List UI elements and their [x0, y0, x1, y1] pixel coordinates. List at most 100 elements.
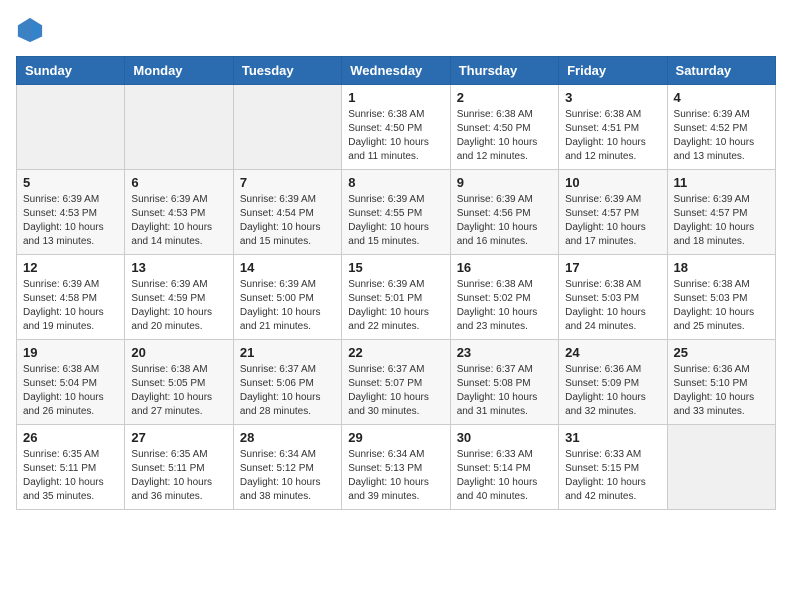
day-info: Sunrise: 6:39 AMSunset: 4:57 PMDaylight:…: [565, 193, 660, 249]
week-row-5: 26 Sunrise: 6:35 AMSunset: 5:11 PMDayligh…: [17, 425, 776, 510]
day-number: 28: [240, 430, 335, 445]
day-info: Sunrise: 6:38 AMSunset: 4:51 PMDaylight:…: [565, 108, 660, 164]
day-number: 1: [348, 90, 443, 105]
day-info: Sunrise: 6:38 AMSunset: 4:50 PMDaylight:…: [457, 108, 552, 164]
weekday-header-wednesday: Wednesday: [342, 57, 450, 85]
day-info: Sunrise: 6:39 AMSunset: 4:52 PMDaylight:…: [674, 108, 769, 164]
day-cell: 9 Sunrise: 6:39 AMSunset: 4:56 PMDaylight…: [450, 170, 558, 255]
day-number: 4: [674, 90, 769, 105]
day-cell: 20 Sunrise: 6:38 AMSunset: 5:05 PMDayligh…: [125, 340, 233, 425]
day-info: Sunrise: 6:39 AMSunset: 4:56 PMDaylight:…: [457, 193, 552, 249]
day-info: Sunrise: 6:38 AMSunset: 4:50 PMDaylight:…: [348, 108, 443, 164]
day-cell: 5 Sunrise: 6:39 AMSunset: 4:53 PMDaylight…: [17, 170, 125, 255]
calendar-table: SundayMondayTuesdayWednesdayThursdayFrid…: [16, 56, 776, 510]
day-cell: 24 Sunrise: 6:36 AMSunset: 5:09 PMDayligh…: [559, 340, 667, 425]
day-number: 25: [674, 345, 769, 360]
day-cell: [233, 85, 341, 170]
day-cell: 27 Sunrise: 6:35 AMSunset: 5:11 PMDayligh…: [125, 425, 233, 510]
day-cell: 13Sunrise: 6:39 AMSunset: 4:59 PMDayligh…: [125, 255, 233, 340]
weekday-header-row: SundayMondayTuesdayWednesdayThursdayFrid…: [17, 57, 776, 85]
weekday-header-tuesday: Tuesday: [233, 57, 341, 85]
day-number: 26: [23, 430, 118, 445]
day-number: 10: [565, 175, 660, 190]
day-number: 7: [240, 175, 335, 190]
day-info: Sunrise: 6:39 AMSunset: 4:59 PMDaylight:…: [131, 278, 226, 334]
day-cell: 19Sunrise: 6:38 AMSunset: 5:04 PMDayligh…: [17, 340, 125, 425]
day-cell: 14Sunrise: 6:39 AMSunset: 5:00 PMDayligh…: [233, 255, 341, 340]
day-info: Sunrise: 6:35 AMSunset: 5:11 PMDaylight:…: [23, 448, 118, 504]
day-cell: 30 Sunrise: 6:33 AMSunset: 5:14 PMDayligh…: [450, 425, 558, 510]
day-info: Sunrise: 6:39 AMSunset: 5:00 PMDaylight:…: [240, 278, 335, 334]
day-number: 2: [457, 90, 552, 105]
day-number: 15: [348, 260, 443, 275]
day-number: 22: [348, 345, 443, 360]
day-info: Sunrise: 6:36 AMSunset: 5:10 PMDaylight:…: [674, 363, 769, 419]
day-info: Sunrise: 6:34 AMSunset: 5:12 PMDaylight:…: [240, 448, 335, 504]
day-number: 16: [457, 260, 552, 275]
day-info: Sunrise: 6:39 AMSunset: 4:55 PMDaylight:…: [348, 193, 443, 249]
day-cell: 8 Sunrise: 6:39 AMSunset: 4:55 PMDaylight…: [342, 170, 450, 255]
day-cell: 21Sunrise: 6:37 AMSunset: 5:06 PMDayligh…: [233, 340, 341, 425]
week-row-1: 1 Sunrise: 6:38 AMSunset: 4:50 PMDaylight…: [17, 85, 776, 170]
day-info: Sunrise: 6:37 AMSunset: 5:07 PMDaylight:…: [348, 363, 443, 419]
day-number: 23: [457, 345, 552, 360]
day-cell: 15 Sunrise: 6:39 AMSunset: 5:01 PMDayligh…: [342, 255, 450, 340]
logo: [16, 16, 46, 44]
weekday-header-monday: Monday: [125, 57, 233, 85]
day-info: Sunrise: 6:38 AMSunset: 5:03 PMDaylight:…: [674, 278, 769, 334]
day-cell: 26 Sunrise: 6:35 AMSunset: 5:11 PMDayligh…: [17, 425, 125, 510]
day-number: 17: [565, 260, 660, 275]
day-info: Sunrise: 6:37 AMSunset: 5:06 PMDaylight:…: [240, 363, 335, 419]
weekday-header-thursday: Thursday: [450, 57, 558, 85]
day-info: Sunrise: 6:38 AMSunset: 5:02 PMDaylight:…: [457, 278, 552, 334]
day-info: Sunrise: 6:34 AMSunset: 5:13 PMDaylight:…: [348, 448, 443, 504]
day-cell: [125, 85, 233, 170]
day-number: 8: [348, 175, 443, 190]
week-row-2: 5 Sunrise: 6:39 AMSunset: 4:53 PMDaylight…: [17, 170, 776, 255]
day-cell: 29Sunrise: 6:34 AMSunset: 5:13 PMDayligh…: [342, 425, 450, 510]
page-header: [16, 16, 776, 44]
day-info: Sunrise: 6:39 AMSunset: 4:53 PMDaylight:…: [131, 193, 226, 249]
day-info: Sunrise: 6:39 AMSunset: 4:53 PMDaylight:…: [23, 193, 118, 249]
day-number: 20: [131, 345, 226, 360]
day-cell: 28 Sunrise: 6:34 AMSunset: 5:12 PMDayligh…: [233, 425, 341, 510]
day-info: Sunrise: 6:38 AMSunset: 5:03 PMDaylight:…: [565, 278, 660, 334]
day-cell: 7 Sunrise: 6:39 AMSunset: 4:54 PMDaylight…: [233, 170, 341, 255]
day-info: Sunrise: 6:39 AMSunset: 4:57 PMDaylight:…: [674, 193, 769, 249]
day-number: 12: [23, 260, 118, 275]
day-cell: 12Sunrise: 6:39 AMSunset: 4:58 PMDayligh…: [17, 255, 125, 340]
day-number: 30: [457, 430, 552, 445]
weekday-header-saturday: Saturday: [667, 57, 775, 85]
day-number: 5: [23, 175, 118, 190]
day-number: 18: [674, 260, 769, 275]
logo-icon: [16, 16, 44, 44]
day-number: 6: [131, 175, 226, 190]
day-number: 11: [674, 175, 769, 190]
day-cell: 6 Sunrise: 6:39 AMSunset: 4:53 PMDaylight…: [125, 170, 233, 255]
day-cell: 22 Sunrise: 6:37 AMSunset: 5:07 PMDayligh…: [342, 340, 450, 425]
day-number: 19: [23, 345, 118, 360]
day-number: 27: [131, 430, 226, 445]
day-cell: 17 Sunrise: 6:38 AMSunset: 5:03 PMDayligh…: [559, 255, 667, 340]
day-cell: 3 Sunrise: 6:38 AMSunset: 4:51 PMDaylight…: [559, 85, 667, 170]
day-number: 24: [565, 345, 660, 360]
day-number: 31: [565, 430, 660, 445]
day-cell: 18 Sunrise: 6:38 AMSunset: 5:03 PMDayligh…: [667, 255, 775, 340]
day-info: Sunrise: 6:39 AMSunset: 4:54 PMDaylight:…: [240, 193, 335, 249]
day-info: Sunrise: 6:39 AMSunset: 5:01 PMDaylight:…: [348, 278, 443, 334]
weekday-header-friday: Friday: [559, 57, 667, 85]
day-info: Sunrise: 6:33 AMSunset: 5:14 PMDaylight:…: [457, 448, 552, 504]
day-info: Sunrise: 6:33 AMSunset: 5:15 PMDaylight:…: [565, 448, 660, 504]
day-cell: 11 Sunrise: 6:39 AMSunset: 4:57 PMDayligh…: [667, 170, 775, 255]
day-number: 3: [565, 90, 660, 105]
week-row-4: 19Sunrise: 6:38 AMSunset: 5:04 PMDayligh…: [17, 340, 776, 425]
week-row-3: 12Sunrise: 6:39 AMSunset: 4:58 PMDayligh…: [17, 255, 776, 340]
day-info: Sunrise: 6:36 AMSunset: 5:09 PMDaylight:…: [565, 363, 660, 419]
weekday-header-sunday: Sunday: [17, 57, 125, 85]
day-cell: 1 Sunrise: 6:38 AMSunset: 4:50 PMDaylight…: [342, 85, 450, 170]
day-number: 9: [457, 175, 552, 190]
day-cell: 31 Sunrise: 6:33 AMSunset: 5:15 PMDayligh…: [559, 425, 667, 510]
day-cell: 23Sunrise: 6:37 AMSunset: 5:08 PMDayligh…: [450, 340, 558, 425]
day-info: Sunrise: 6:35 AMSunset: 5:11 PMDaylight:…: [131, 448, 226, 504]
day-info: Sunrise: 6:38 AMSunset: 5:05 PMDaylight:…: [131, 363, 226, 419]
